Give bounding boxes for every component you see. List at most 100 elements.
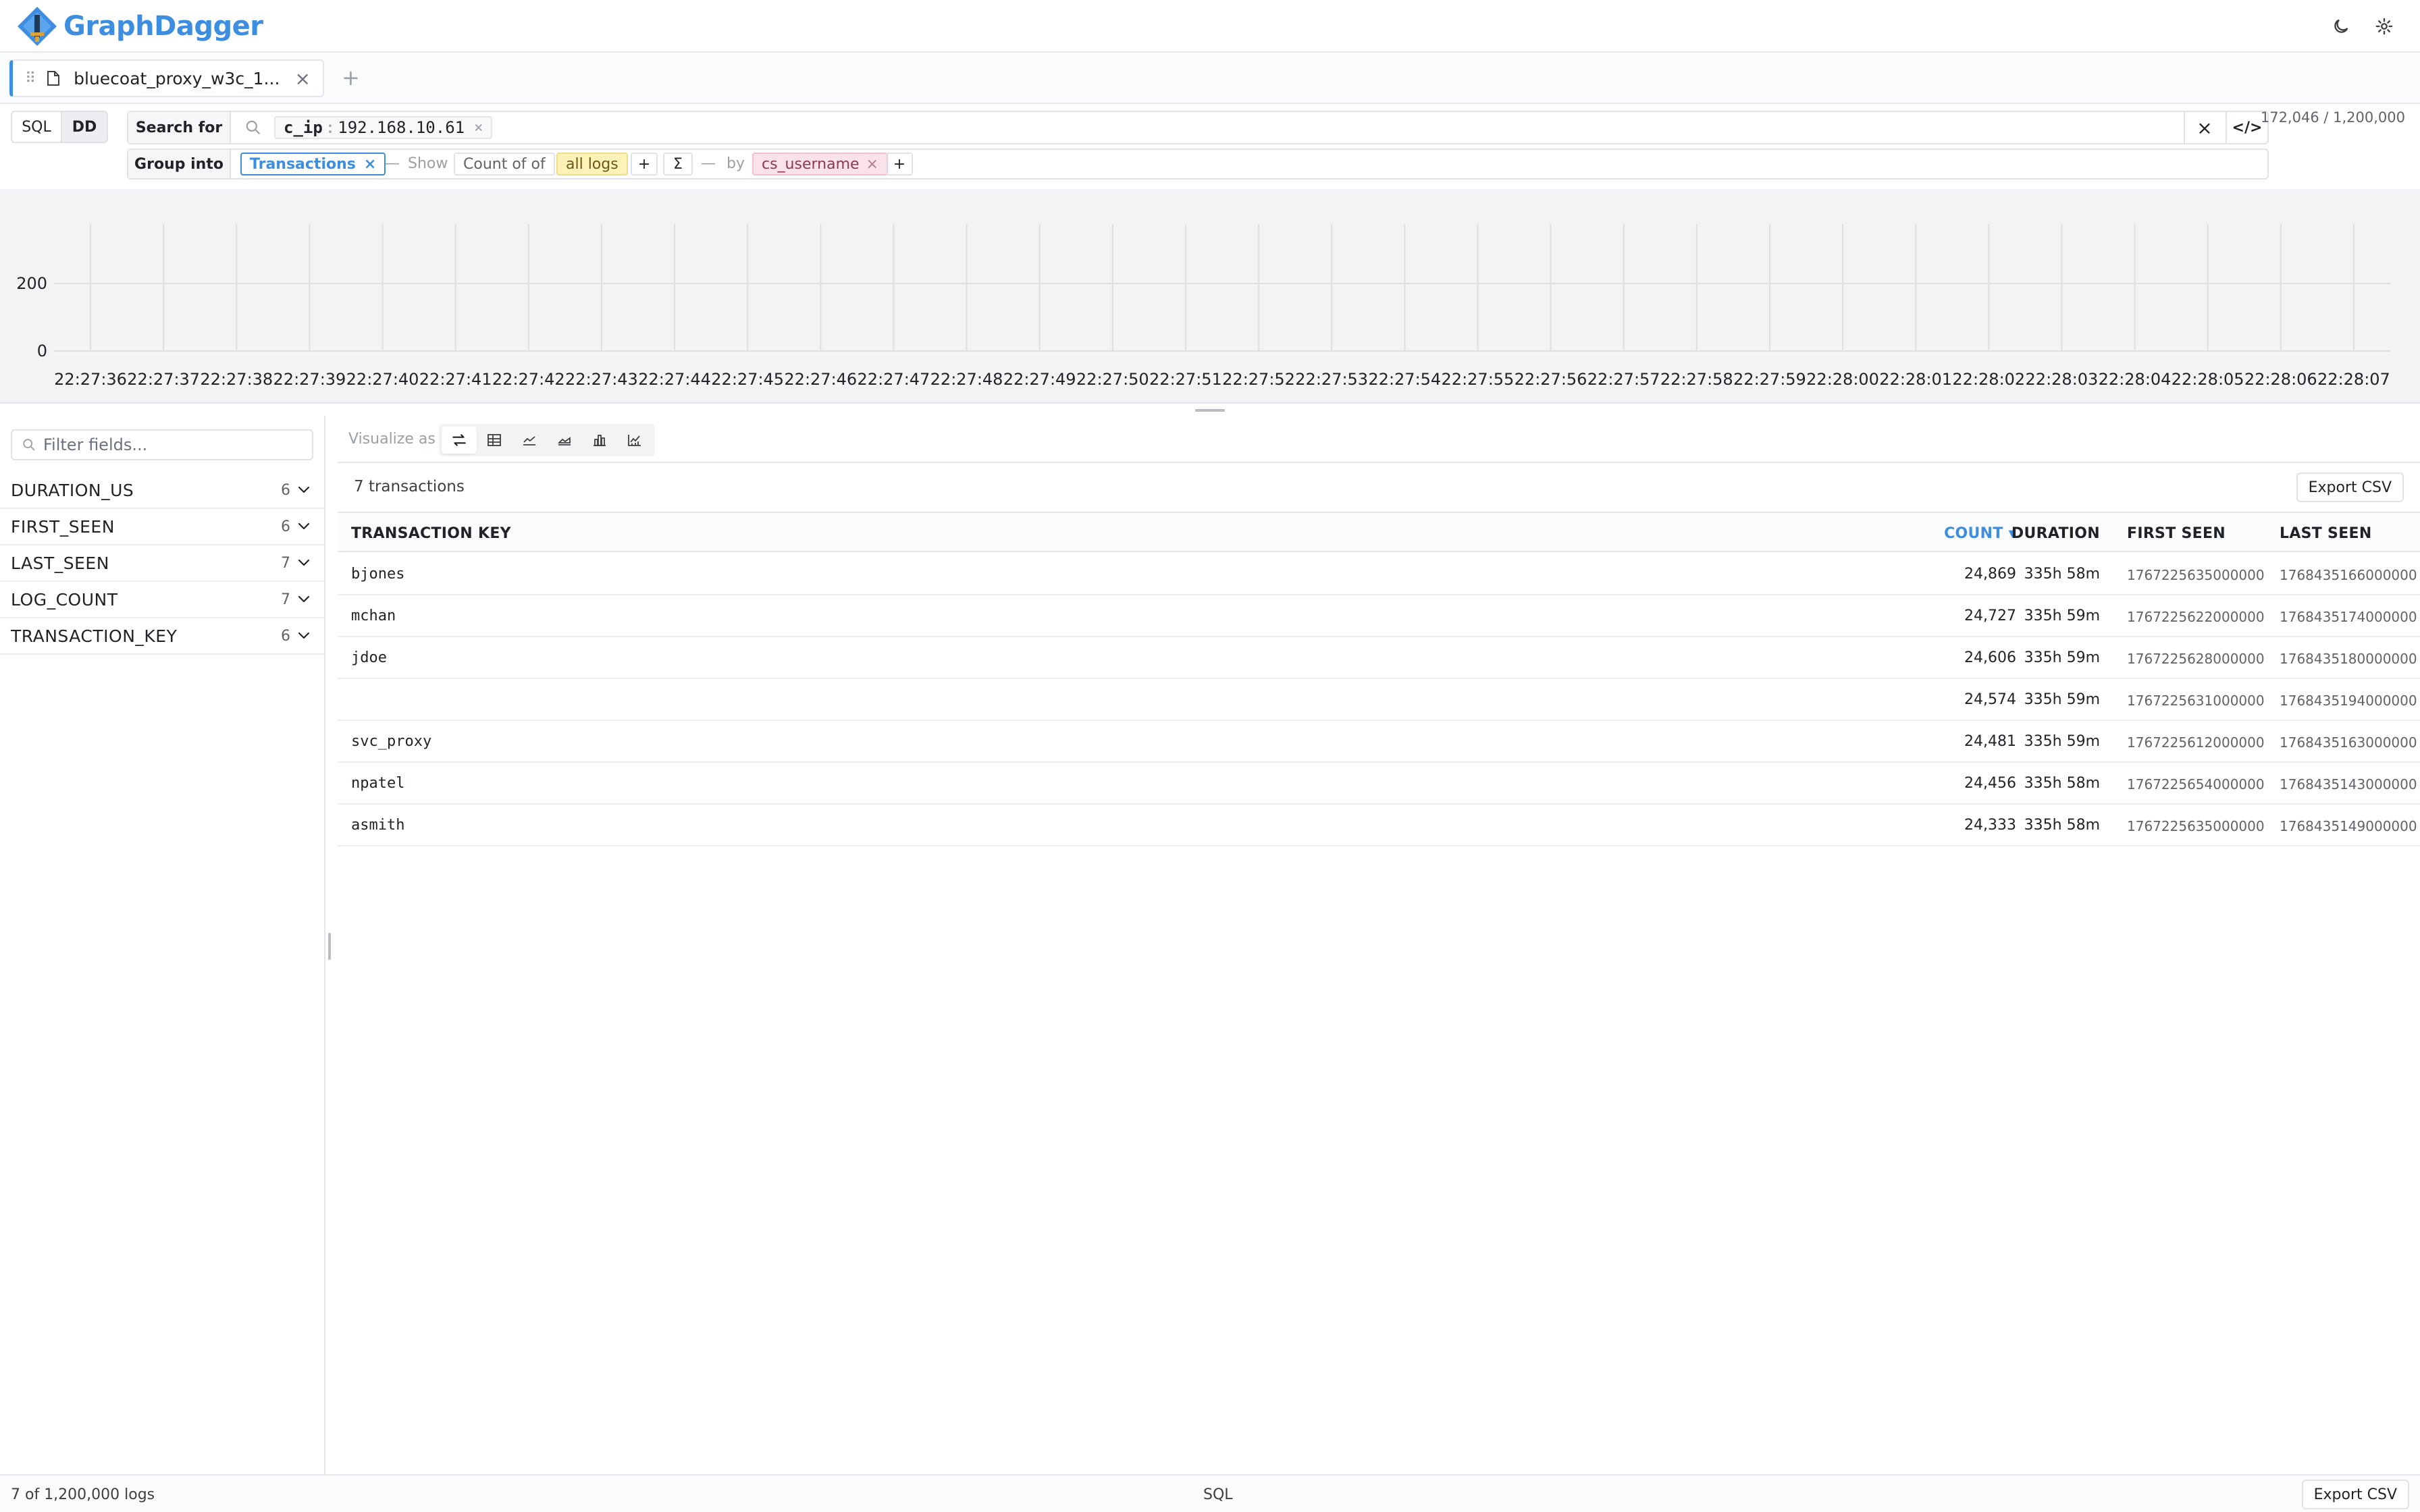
x-tick-label: 22:27:38 <box>200 370 273 389</box>
cell-duration: 335h 59m <box>2024 691 2100 708</box>
x-tick-label: 22:27:52 <box>1222 370 1295 389</box>
chevron-down-icon[interactable] <box>297 593 311 606</box>
field-count: 6 <box>281 481 290 499</box>
sidebar-resize-handle[interactable] <box>328 933 331 960</box>
col-count[interactable]: COUNT ▾ <box>1944 525 2016 542</box>
clear-search-button[interactable]: × <box>2184 112 2224 143</box>
drag-handle-icon[interactable]: ⠿ <box>25 70 36 87</box>
filter-chip[interactable]: c_ip : 192.168.10.61 × <box>274 116 493 139</box>
histogram-svg: 020022:27:36 22:27:37 22:27:38 22:27:39 22:2… <box>16 224 2390 389</box>
add-tab-button[interactable]: + <box>342 65 360 90</box>
viz-table-button[interactable] <box>477 427 512 454</box>
tab-title: bluecoat_proxy_w3c_1... <box>74 68 280 88</box>
col-duration[interactable]: DURATION <box>2011 525 2100 542</box>
add-group-by-button[interactable]: + <box>886 153 913 176</box>
x-tick-label: 22:27:50 <box>1076 370 1149 389</box>
search-icon <box>246 120 260 134</box>
table-row[interactable]: svc_proxy 24,481 335h 59m 1767225612000000 1… <box>338 721 2420 763</box>
app-logo[interactable]: GraphDagger <box>16 5 263 47</box>
col-last-seen[interactable]: LAST SEEN <box>2280 525 2372 542</box>
table-row[interactable]: asmith 24,333 335h 58m 1767225635000000 1768… <box>338 805 2420 846</box>
viz-combo-button[interactable] <box>617 427 652 454</box>
group-transactions-chip[interactable]: Transactions × <box>240 153 386 176</box>
filter-key: c_ip <box>284 118 323 137</box>
aggregate-sigma-button[interactable]: Σ <box>663 153 693 176</box>
chevron-down-icon[interactable] <box>297 629 311 643</box>
viz-transactions-button[interactable] <box>442 427 477 454</box>
x-tick-label: 22:27:47 <box>858 370 930 389</box>
search-bar[interactable]: Search for c_ip : 192.168.10.61 × × </> <box>127 111 2269 144</box>
x-tick-label: 22:28:07 <box>2317 370 2390 389</box>
cell-first-seen: 1767225635000000 <box>2127 567 2265 583</box>
cell-transaction-key: asmith <box>351 817 405 834</box>
field-item[interactable]: LOG_COUNT 7 <box>0 582 324 618</box>
table-row[interactable]: 24,574 335h 59m 1767225631000000 1768435194… <box>338 679 2420 721</box>
cell-last-seen: 1768435194000000 <box>2280 693 2417 709</box>
table-row[interactable]: mchan 24,727 335h 59m 1767225622000000 17684… <box>338 595 2420 637</box>
gear-icon[interactable] <box>2373 15 2396 38</box>
field-item[interactable]: TRANSACTION_KEY 6 <box>0 618 324 655</box>
x-tick-label: 22:27:40 <box>346 370 419 389</box>
x-tick-label: 22:27:57 <box>1587 370 1660 389</box>
filter-fields-box[interactable] <box>11 429 313 460</box>
mode-dd-button[interactable]: DD <box>62 111 108 143</box>
cell-count: 24,869 <box>1964 566 2016 583</box>
by-username-chip[interactable]: cs_username × <box>752 153 888 176</box>
remove-filter-icon[interactable]: × <box>474 119 483 136</box>
combo-chart-icon <box>628 435 641 446</box>
viz-line-button[interactable] <box>512 427 547 454</box>
tab-file[interactable]: ⠿ bluecoat_proxy_w3c_1... × <box>9 59 324 97</box>
filter-fields-input[interactable] <box>43 435 286 454</box>
cell-last-seen: 1768435180000000 <box>2280 651 2417 667</box>
y-tick-label: 0 <box>37 342 47 360</box>
cell-last-seen: 1768435174000000 <box>2280 609 2417 625</box>
count-of-dropdown[interactable]: Count of of <box>454 153 555 176</box>
cell-transaction-key: npatel <box>351 775 405 792</box>
chevron-down-icon[interactable] <box>297 556 311 570</box>
line-chart-icon <box>523 436 535 446</box>
tab-bar: ⠿ bluecoat_proxy_w3c_1... × <box>0 53 2420 104</box>
viz-area-button[interactable] <box>547 427 582 454</box>
field-name: DURATION_US <box>11 480 134 500</box>
all-logs-chip[interactable]: all logs <box>556 153 628 176</box>
field-count: 7 <box>281 554 290 572</box>
field-name: LAST_SEEN <box>11 553 109 573</box>
table-row[interactable]: bjones 24,869 335h 58m 1767225635000000 1768… <box>338 554 2420 595</box>
table-row[interactable]: jdoe 24,606 335h 59m 1767225628000000 176843… <box>338 637 2420 679</box>
col-first-seen[interactable]: FIRST SEEN <box>2127 525 2226 542</box>
cell-duration: 335h 58m <box>2024 817 2100 834</box>
chevron-down-icon[interactable] <box>297 520 311 533</box>
mode-sql-button[interactable]: SQL <box>11 111 62 143</box>
add-metric-button[interactable]: + <box>631 153 658 176</box>
field-count: 6 <box>281 518 290 535</box>
cell-last-seen: 1768435143000000 <box>2280 776 2417 792</box>
by-label: by <box>727 155 745 172</box>
cell-first-seen: 1767225628000000 <box>2127 651 2265 667</box>
remove-by-icon[interactable]: × <box>866 156 878 173</box>
cell-duration: 335h 59m <box>2024 649 2100 666</box>
app-header: GraphDagger <box>0 0 2420 53</box>
export-csv-button[interactable]: Export CSV <box>2296 473 2404 502</box>
x-tick-label: 22:28:06 <box>2244 370 2317 389</box>
x-tick-label: 22:27:59 <box>1733 370 1806 389</box>
remove-group-icon[interactable]: × <box>364 156 376 173</box>
viz-bar-button[interactable] <box>582 427 617 454</box>
cell-duration: 335h 59m <box>2024 733 2100 750</box>
x-tick-label: 22:27:55 <box>1442 370 1515 389</box>
bar-chart-icon <box>594 435 606 446</box>
cell-duration: 335h 58m <box>2024 566 2100 583</box>
footer-export-csv-button[interactable]: Export CSV <box>2301 1480 2409 1509</box>
cell-first-seen: 1767225631000000 <box>2127 693 2265 709</box>
close-icon[interactable]: × <box>295 68 311 90</box>
x-tick-label: 22:27:37 <box>127 370 200 389</box>
field-item[interactable]: LAST_SEEN 7 <box>0 545 324 582</box>
chevron-down-icon[interactable] <box>297 483 311 497</box>
field-item[interactable]: DURATION_US 6 <box>0 473 324 509</box>
col-transaction-key[interactable]: TRANSACTION KEY <box>351 525 511 542</box>
table-row[interactable]: npatel 24,456 335h 58m 1767225654000000 1768… <box>338 763 2420 805</box>
cell-count: 24,574 <box>1964 691 2016 708</box>
moon-icon[interactable] <box>2330 15 2352 38</box>
resize-handle[interactable] <box>1195 409 1225 412</box>
field-item[interactable]: FIRST_SEEN 6 <box>0 509 324 545</box>
area-chart-icon <box>557 437 571 446</box>
